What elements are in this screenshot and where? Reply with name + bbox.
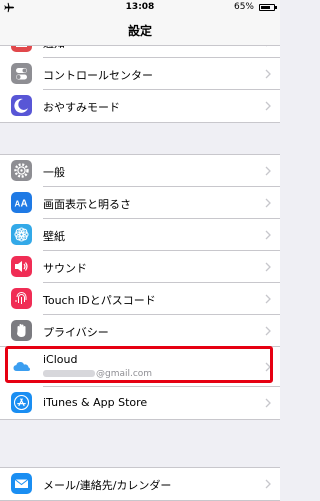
email-domain: @gmail.com xyxy=(96,369,153,379)
settings-row-wallpaper[interactable]: 壁紙 xyxy=(0,219,280,251)
settings-group-4: メール/連絡先/カレンダー xyxy=(0,467,280,501)
settings-row-label: 画面表示と明るさ xyxy=(43,198,131,211)
svg-text:A: A xyxy=(21,199,28,210)
icloud-account-email: @gmail.com xyxy=(43,369,152,379)
mail-icon xyxy=(11,473,32,494)
chevron-right-icon xyxy=(265,230,271,240)
chevron-right-icon xyxy=(265,294,271,304)
settings-row-sounds[interactable]: サウンド xyxy=(0,251,280,283)
navigation-bar: 設定 xyxy=(0,16,280,46)
flower-icon xyxy=(11,224,32,245)
chevron-right-icon xyxy=(265,398,271,408)
chevron-right-icon xyxy=(265,262,271,272)
settings-row-label: 壁紙 xyxy=(43,230,65,243)
settings-row-label: コントロールセンター xyxy=(43,69,153,82)
toggles-icon xyxy=(11,63,32,84)
status-bar: 13:08 65% xyxy=(0,0,280,16)
settings-row-privacy[interactable]: プライバシー xyxy=(0,315,280,347)
settings-row-label: Touch IDとパスコード xyxy=(43,294,156,307)
page-title: 設定 xyxy=(127,24,152,38)
settings-row-display-brightness[interactable]: A A 画面表示と明るさ xyxy=(0,187,280,219)
settings-row-label: 一般 xyxy=(43,166,65,179)
settings-row-do-not-disturb[interactable]: おやすみモード xyxy=(0,90,280,122)
chevron-right-icon xyxy=(265,101,271,111)
settings-row-icloud[interactable]: iCloud @gmail.com xyxy=(0,347,280,387)
cloud-icon xyxy=(11,356,32,377)
settings-row-label: サウンド xyxy=(43,262,87,275)
settings-group-2: 一般 A A 画面表示と明るさ 壁紙 サウンド Touch IDとパスコード プ… xyxy=(0,154,280,348)
chevron-right-icon xyxy=(265,69,271,79)
settings-row-general[interactable]: 一般 xyxy=(0,155,280,187)
settings-row-label: iCloud xyxy=(43,353,78,366)
redacted-email-blur xyxy=(43,370,95,377)
settings-row-control-center[interactable]: コントロールセンター xyxy=(0,58,280,90)
settings-row-itunes-app-store[interactable]: iTunes & App Store xyxy=(0,387,280,419)
moon-icon xyxy=(11,95,32,116)
settings-row-label: おやすみモード xyxy=(43,101,120,114)
hand-icon xyxy=(11,320,32,341)
speaker-icon xyxy=(11,256,32,277)
chevron-right-icon xyxy=(265,326,271,336)
settings-row-touch-id-passcode[interactable]: Touch IDとパスコード xyxy=(0,283,280,315)
chevron-right-icon xyxy=(265,166,271,176)
text-size-icon: A A xyxy=(11,192,32,213)
settings-row-label: iTunes & App Store xyxy=(43,396,148,409)
settings-group-3: iCloud @gmail.com iTunes & App Store xyxy=(0,346,280,420)
battery-icon xyxy=(259,4,277,11)
chevron-right-icon xyxy=(265,198,271,208)
settings-row-label: プライバシー xyxy=(43,326,109,339)
settings-row-mail-contacts-calendars[interactable]: メール/連絡先/カレンダー xyxy=(0,468,280,500)
battery-fill xyxy=(261,6,270,9)
chevron-right-icon xyxy=(265,479,271,489)
chevron-right-icon xyxy=(265,362,271,372)
fingerprint-icon xyxy=(11,288,32,309)
gear-icon xyxy=(11,160,32,181)
battery-percent: 65% xyxy=(233,2,254,12)
app-store-icon xyxy=(11,392,32,413)
settings-row-label: メール/連絡先/カレンダー xyxy=(43,479,172,492)
